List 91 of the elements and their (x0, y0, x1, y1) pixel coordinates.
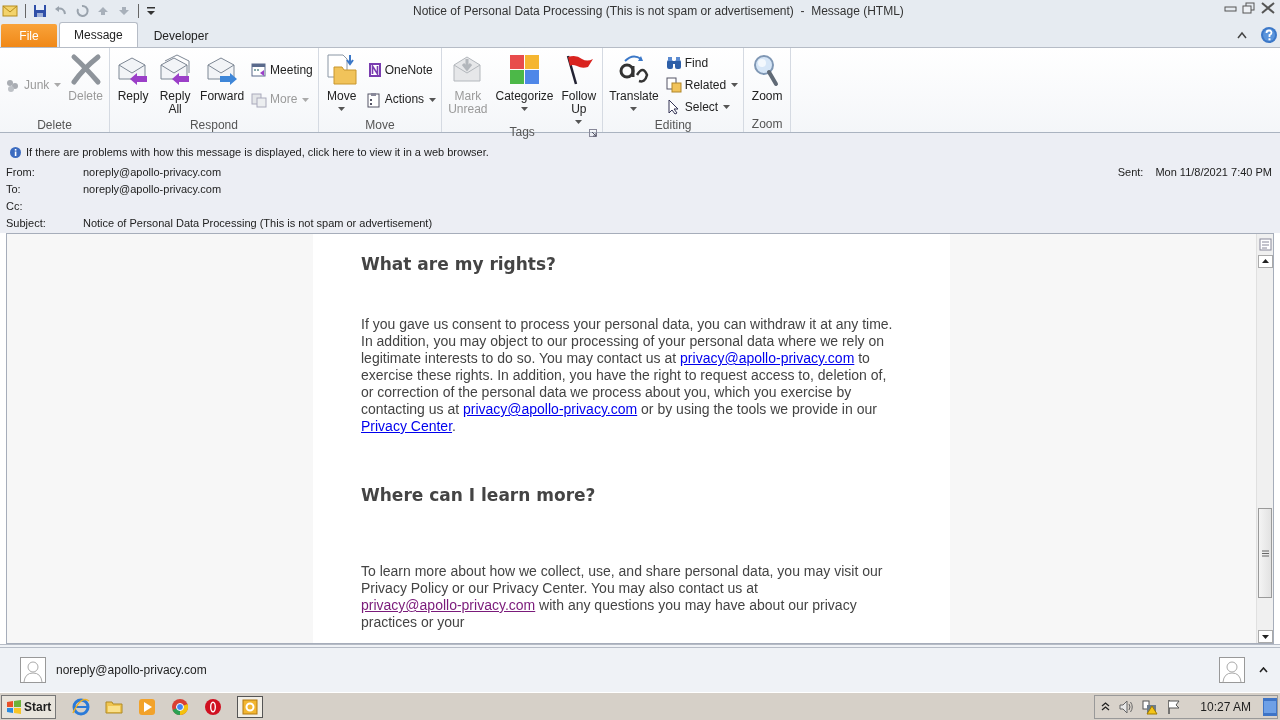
group-label: Tags (509, 125, 535, 139)
outlook-icon (242, 698, 259, 715)
caret-icon (302, 97, 310, 102)
contact-name[interactable]: noreply@apollo-privacy.com (56, 663, 207, 677)
header-label: Cc: (6, 199, 24, 212)
header-value: noreply@apollo-privacy.com (83, 182, 222, 195)
group-label: Respond (189, 118, 238, 132)
ribbon-button[interactable]: Find (663, 52, 741, 74)
ribbon-button[interactable]: Reply (113, 52, 154, 104)
group-label: Zoom (751, 117, 783, 131)
start-button[interactable]: Start (1, 694, 57, 719)
body-paragraph: To learn more about how we collect, use, and share personal data, you may visit our Privacy Policy or our Privacy Center. You may also contact us at privacy@apollo-privacy.com with any questions you may have about our privacy practices or your (361, 563, 884, 631)
group-label: Delete (37, 118, 72, 132)
header-label: To: (6, 182, 22, 195)
dialog-launcher-icon[interactable] (589, 129, 598, 137)
ribbon-tab[interactable]: Developer (139, 24, 223, 47)
envelope-icon[interactable] (2, 4, 18, 18)
speaker-icon[interactable] (1118, 698, 1135, 715)
help-icon[interactable] (1260, 25, 1278, 44)
caret-icon (521, 107, 528, 111)
caret-icon (429, 97, 437, 102)
sent-date: Mon 11/8/2021 7:40 PM (1155, 165, 1272, 178)
clipboard-icon (365, 91, 382, 108)
ribbon-button[interactable]: OneNote (363, 59, 439, 82)
taskbar-button[interactable] (237, 695, 264, 718)
email-link[interactable]: privacy@apollo-privacy.com (680, 350, 855, 366)
header-label: Sent: (1117, 165, 1144, 178)
binoculars-icon (665, 55, 682, 71)
browser-icon[interactable] (72, 697, 91, 716)
ribbon-button[interactable]: Translate (606, 52, 662, 112)
flag-icon[interactable] (1166, 698, 1183, 715)
show-hidden-icon[interactable] (1101, 702, 1111, 711)
avatar-icon (1219, 657, 1245, 683)
customize-icon[interactable] (146, 4, 156, 18)
info-bar-text[interactable]: If there are problems with how this message is displayed, click here to view it in a web browser. (26, 146, 489, 158)
scrollbar-thumb[interactable] (1258, 508, 1272, 598)
ribbon-button[interactable]: Meeting (249, 59, 315, 82)
section-heading: What are my rights? (361, 254, 557, 274)
header-label: From: (6, 165, 36, 178)
show-desktop-icon[interactable] (1263, 697, 1277, 716)
header-value: Notice of Personal Data Processing (This is not spam or advertisement) (83, 216, 433, 229)
move-icon (324, 53, 359, 87)
ribbon-button[interactable]: Related (663, 74, 741, 96)
ribbon-button[interactable]: Move (321, 52, 362, 112)
close-icon[interactable] (1260, 2, 1276, 14)
header-value: noreply@apollo-privacy.com (83, 165, 222, 178)
caret-icon (54, 83, 62, 87)
people-icon (5, 77, 21, 93)
avatar-icon (20, 657, 46, 683)
section-heading: Where can I learn more? (361, 485, 597, 505)
more-icon (251, 91, 268, 108)
ribbon-button[interactable]: Reply All (155, 52, 196, 117)
windows-logo-icon (6, 698, 22, 715)
network-warning-icon[interactable] (1142, 698, 1159, 715)
email-link[interactable]: Privacy Center (361, 418, 453, 434)
group-label: Move (365, 118, 395, 132)
caret-icon (723, 105, 731, 109)
ribbon-button[interactable]: Zoom (747, 52, 788, 104)
group-label: Editing (654, 118, 692, 132)
documents-icon (665, 77, 682, 93)
clock[interactable]: 10:27 AM (1200, 699, 1251, 714)
caret-icon (338, 107, 346, 111)
email-link[interactable]: privacy@apollo-privacy.com (361, 597, 536, 613)
scroll-down-icon[interactable] (1257, 630, 1273, 643)
email-link[interactable]: privacy@apollo-privacy.com (462, 401, 638, 417)
window-title: Notice of Personal Data Processing (This is not spam or advertisement) - Message (HTML) (412, 4, 905, 18)
scrollbar[interactable] (1256, 234, 1273, 643)
ribbon-button[interactable]: Forward (197, 52, 248, 104)
ribbon-button[interactable]: Select (663, 96, 741, 118)
collapse-ribbon-icon[interactable] (1236, 29, 1248, 40)
ribbon-tab[interactable]: Message (59, 22, 138, 47)
opera-icon[interactable] (204, 697, 223, 716)
ribbon-button[interactable]: Categorize (492, 52, 557, 112)
reply-all-icon (158, 53, 193, 87)
caret-icon (575, 120, 583, 124)
body-paragraph: If you gave us consent to process your personal data, you can withdraw it at any time. In addition, you may object to our processing of your personal data where we rely on legitimate interests to do so. You may contact us at privacy@apollo-privacy.com to exercise these rights. In addition, you have the right to request access to, deletion of, or correction of the personal data we process about you, which you exercise by contacting us at privacy@apollo-privacy.com or by using the tools we provide in our Privacy Center. (361, 316, 894, 435)
info-icon (10, 146, 21, 158)
restore-icon[interactable] (1242, 2, 1256, 14)
header-label: Subject: (6, 216, 47, 229)
caret-icon (731, 83, 739, 87)
ribbon-button[interactable]: Actions (363, 88, 439, 111)
ribbon-button[interactable]: Follow Up (558, 52, 600, 125)
scroll-up-icon[interactable] (1257, 255, 1273, 268)
color-squares-icon (507, 53, 542, 87)
expand-icon[interactable] (1259, 667, 1268, 673)
grip-icon (1261, 549, 1269, 557)
calendar-icon (251, 62, 268, 79)
caret-icon (630, 107, 638, 111)
chrome-icon[interactable] (171, 697, 190, 716)
delete-icon (68, 53, 103, 87)
save-icon[interactable] (33, 4, 47, 18)
